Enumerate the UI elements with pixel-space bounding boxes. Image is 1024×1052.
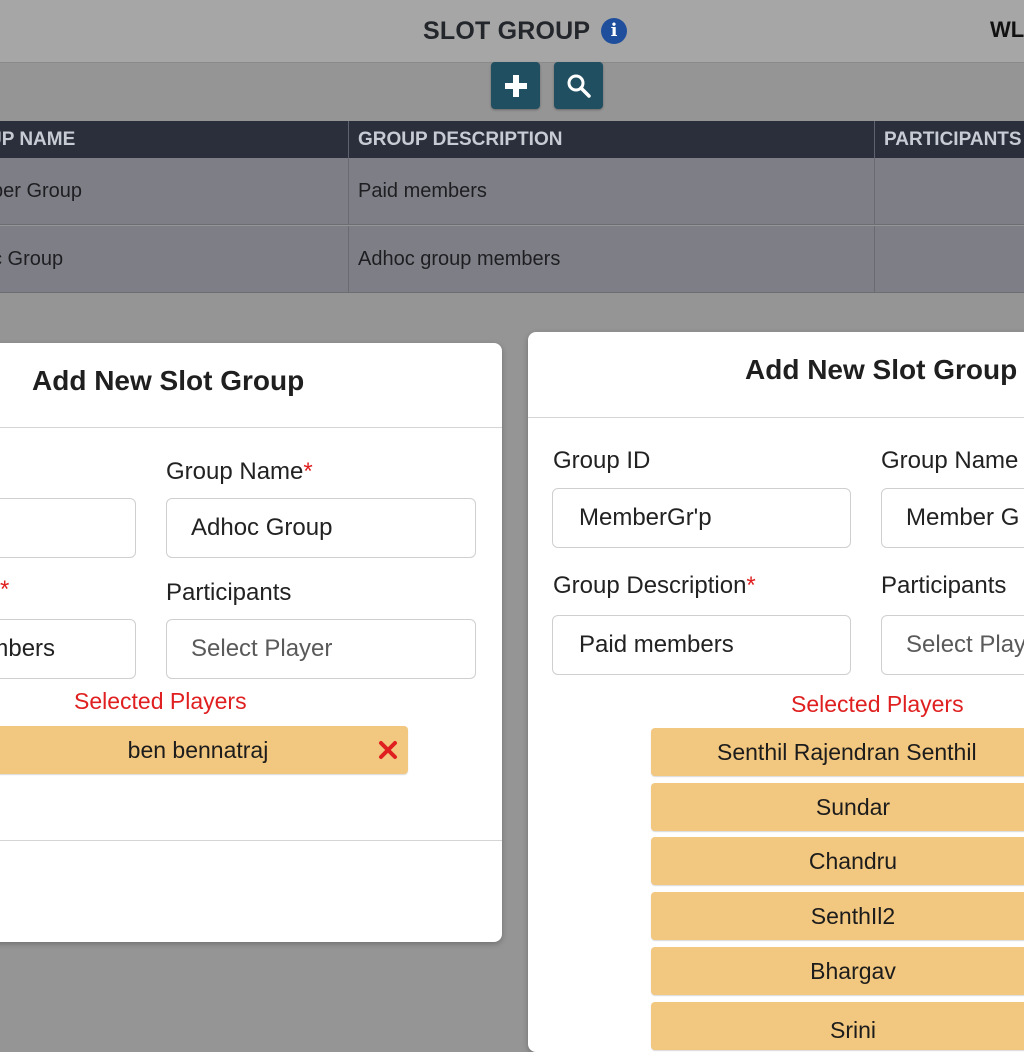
dialog-title: Add New Slot Group: [32, 365, 305, 396]
group-description-required-mark: *: [0, 576, 9, 604]
column-divider: [348, 121, 349, 158]
group-name-input[interactable]: Member G: [881, 488, 1024, 548]
dialog-header-divider: [528, 417, 1024, 418]
participants-label: Participants: [166, 579, 292, 606]
plus-icon: [505, 75, 527, 97]
dialog-footer-divider: [0, 840, 502, 841]
group-description-input[interactable]: embers: [0, 619, 136, 679]
required-mark: *: [746, 572, 756, 599]
dialog-title: Add New Slot Group: [745, 354, 1018, 385]
cell-divider: [874, 226, 875, 292]
add-slot-group-dialog: Add New Slot Group Group ID MemberGr'p G…: [528, 332, 1024, 1052]
participants-select[interactable]: Select Player: [166, 619, 476, 679]
selected-players-label: Selected Players: [74, 688, 247, 714]
dialog-header-divider: [0, 427, 502, 428]
cell-divider: [874, 158, 875, 224]
close-x-icon[interactable]: [378, 740, 398, 760]
info-icon[interactable]: i: [601, 18, 627, 44]
add-slot-group-dialog: Add New Slot Group Group Name* Adhoc Gro…: [0, 343, 502, 942]
selected-players-label: Selected Players: [791, 691, 964, 717]
column-header-group-description[interactable]: GROUP DESCRIPTION: [358, 121, 863, 158]
group-id-input[interactable]: MemberGr'p: [552, 488, 851, 548]
page-title: SLOT GROUP: [423, 17, 591, 45]
table-header: UP NAME GROUP DESCRIPTION PARTICIPANTS: [0, 121, 1024, 158]
group-description-label-text: Group Description: [553, 572, 747, 599]
cell-group-name: c Group: [0, 248, 64, 270]
add-button[interactable]: [491, 62, 540, 109]
selected-player-chip: SenthIl2: [651, 892, 1024, 940]
cell-group-description: Adhoc group members: [358, 248, 561, 270]
group-name-input[interactable]: Adhoc Group: [166, 498, 476, 558]
user-menu[interactable]: WL: [990, 17, 1024, 43]
column-header-group-name[interactable]: UP NAME: [0, 121, 348, 158]
selected-player-chip: Senthil Rajendran Senthil: [651, 728, 1024, 776]
group-description-input[interactable]: Paid members: [552, 615, 851, 675]
search-button[interactable]: [554, 62, 603, 109]
selected-player-chip: Chandru: [651, 837, 1024, 885]
group-name-label: Group Name: [881, 447, 1019, 474]
cell-divider: [348, 226, 349, 292]
table-row[interactable]: ber Group Paid members: [0, 158, 1024, 225]
cell-group-description: Paid members: [358, 180, 487, 202]
group-name-label: Group Name*: [166, 458, 313, 486]
selected-player-chip: Sundar: [651, 783, 1024, 831]
selected-player-chip: Bhargav: [651, 947, 1024, 995]
selected-player-chip: Srini: [651, 1002, 1024, 1050]
group-id-input[interactable]: [0, 498, 136, 558]
participants-select[interactable]: Select Play: [881, 615, 1024, 675]
required-mark: *: [303, 458, 313, 485]
group-description-label: Group Description*: [553, 572, 756, 600]
table-row[interactable]: c Group Adhoc group members: [0, 226, 1024, 293]
cell-divider: [348, 158, 349, 224]
group-id-label: Group ID: [553, 447, 651, 474]
required-mark: *: [0, 576, 10, 603]
selected-player-chip: ben bennatraj: [0, 726, 408, 774]
column-header-participants[interactable]: PARTICIPANTS: [884, 121, 1024, 158]
column-divider: [874, 121, 875, 158]
participants-label: Participants: [881, 572, 1007, 599]
group-name-label-text: Group Name: [166, 458, 304, 485]
selected-player-name: ben bennatraj: [127, 737, 269, 763]
top-bar: SLOT GROUP i WL: [0, 0, 1024, 63]
cell-group-name: ber Group: [0, 180, 83, 202]
search-icon: [567, 74, 591, 98]
